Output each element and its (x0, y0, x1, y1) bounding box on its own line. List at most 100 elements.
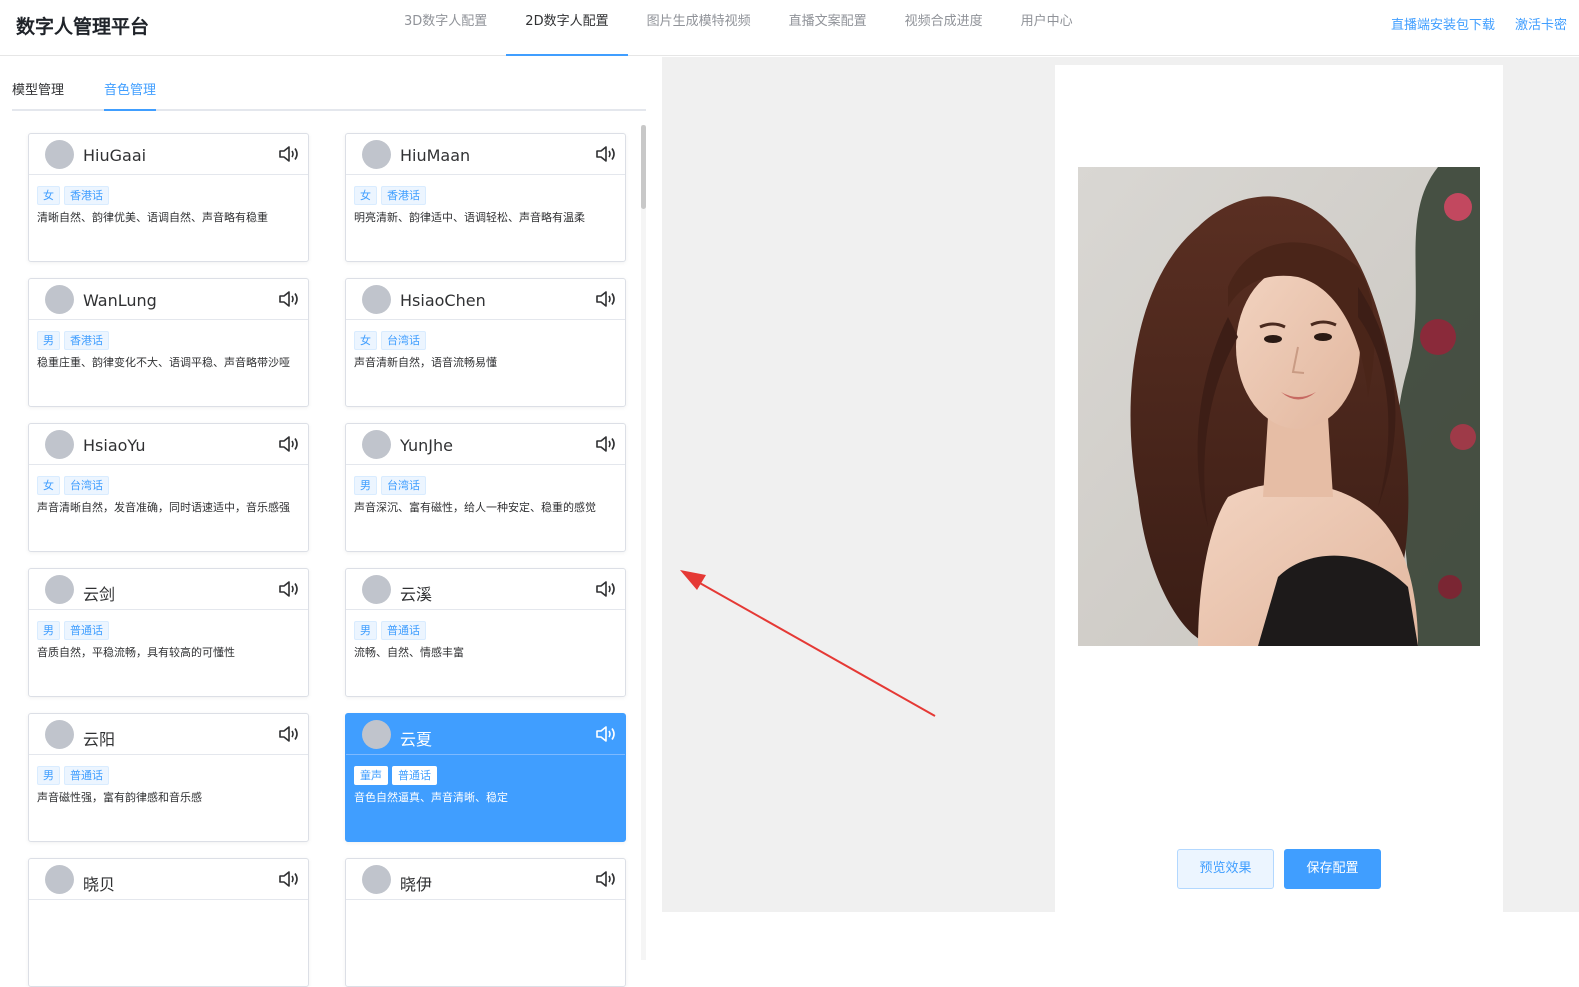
save-config-button[interactable]: 保存配置 (1284, 849, 1381, 889)
voice-description: 明亮清新、韵律适中、语调轻松、声音略有温柔 (354, 211, 585, 224)
speaker-icon[interactable] (595, 724, 617, 744)
voice-card[interactable]: YunJhe 男台湾话声音深沉、富有磁性，给人一种安定、稳重的感觉 (345, 423, 626, 552)
nav-2d-config[interactable]: 2D数字人配置 (506, 0, 628, 56)
avatar (45, 285, 74, 314)
voice-name: 晓贝 (83, 875, 116, 894)
voice-tag: 香港话 (64, 186, 109, 205)
voice-card[interactable]: HiuGaai 女香港话清晰自然、韵律优美、语调自然、声音略有稳重 (28, 133, 309, 262)
voice-tag: 台湾话 (381, 476, 426, 495)
header-links: 直播端安装包下载 激活卡密 (1391, 14, 1567, 33)
voice-description: 声音清晰自然，发音准确，同时语速适中，音乐感强 (37, 501, 290, 514)
voice-name: HsiaoYu (83, 436, 146, 455)
avatar (45, 720, 74, 749)
voice-tag: 香港话 (381, 186, 426, 205)
avatar (362, 720, 391, 749)
speaker-icon[interactable] (278, 434, 300, 454)
voice-name: 云溪 (400, 585, 433, 604)
voice-name: HsiaoChen (400, 291, 486, 310)
speaker-icon[interactable] (278, 579, 300, 599)
nav-user-center[interactable]: 用户中心 (1002, 0, 1092, 56)
voice-description: 音色自然逼真、声音清晰、稳定 (354, 791, 508, 804)
voice-description: 音质自然，平稳流畅，具有较高的可懂性 (37, 646, 235, 659)
digital-human-portrait (1078, 167, 1480, 646)
avatar (362, 865, 391, 894)
scrollbar[interactable] (641, 125, 646, 960)
voice-card[interactable]: WanLung 男香港话稳重庄重、韵律变化不大、语调平稳、声音略带沙哑 (28, 278, 309, 407)
avatar (362, 575, 391, 604)
speaker-icon[interactable] (595, 289, 617, 309)
speaker-icon[interactable] (595, 434, 617, 454)
speaker-icon[interactable] (278, 724, 300, 744)
voice-tags: 童声 普通话 (354, 766, 437, 785)
voice-card-header: WanLung (29, 279, 308, 320)
voice-name: WanLung (83, 291, 157, 310)
voice-description: 声音深沉、富有磁性，给人一种安定、稳重的感觉 (354, 501, 596, 514)
preview-button[interactable]: 预览效果 (1177, 849, 1274, 889)
voice-card[interactable]: HiuMaan 女香港话明亮清新、韵律适中、语调轻松、声音略有温柔 (345, 133, 626, 262)
voice-name: 云阳 (83, 730, 116, 749)
voice-description: 声音清新自然，语音流畅易懂 (354, 356, 497, 369)
voice-tag: 普通话 (64, 766, 109, 785)
voice-card[interactable]: 云剑男普通话音质自然，平稳流畅，具有较高的可懂性 (28, 568, 309, 697)
voice-description: 声音磁性强，富有韵律感和音乐感 (37, 791, 202, 804)
avatar (45, 430, 74, 459)
voice-tag: 女 (37, 476, 60, 495)
voice-tag: 男 (37, 621, 60, 640)
voice-name: HiuMaan (400, 146, 471, 165)
voice-tag: 女 (37, 186, 60, 205)
voice-tag: 台湾话 (64, 476, 109, 495)
brand-title: 数字人管理平台 (16, 16, 150, 38)
download-installer-link[interactable]: 直播端安装包下载 (1391, 14, 1495, 33)
voice-card[interactable]: 晓伊 (345, 858, 626, 987)
avatar (362, 430, 391, 459)
speaker-icon[interactable] (595, 144, 617, 164)
voice-tag: 台湾话 (381, 331, 426, 350)
voice-tag: 女 (354, 331, 377, 350)
voice-card-header: HiuMaan (346, 134, 625, 175)
tab-model-management[interactable]: 模型管理 (12, 75, 64, 111)
speaker-icon[interactable] (278, 869, 300, 889)
nav-image-to-video[interactable]: 图片生成模特视频 (628, 0, 770, 56)
voice-tag: 普通话 (64, 621, 109, 640)
voice-card-header: 云剑 (29, 569, 308, 610)
voice-name: YunJhe (400, 436, 453, 455)
voice-card[interactable]: HsiaoYu 女台湾话声音清晰自然，发音准确，同时语速适中，音乐感强 (28, 423, 309, 552)
voice-description: 稳重庄重、韵律变化不大、语调平稳、声音略带沙哑 (37, 356, 290, 369)
voice-card[interactable]: 云阳男普通话 声音磁性强，富有韵律感和音乐感 (28, 713, 309, 842)
voice-card[interactable]: 晓贝 (28, 858, 309, 987)
speaker-icon[interactable] (278, 144, 300, 164)
voice-tag: 男 (37, 331, 60, 350)
voice-tags: 女台湾话 (37, 476, 109, 495)
voice-card-header: 晓伊 (346, 859, 625, 900)
voice-name: 云夏 (400, 730, 433, 749)
preview-panel: 预览效果 保存配置 (662, 57, 1579, 912)
voice-tag: 童声 (354, 766, 388, 785)
scroll-thumb[interactable] (641, 125, 646, 209)
voice-tags: 女台湾话 (354, 331, 426, 350)
voice-name: HiuGaai (83, 146, 147, 165)
nav-video-progress[interactable]: 视频合成进度 (886, 0, 1002, 56)
voice-description: 清晰自然、韵律优美、语调自然、声音略有稳重 (37, 211, 268, 224)
tab-voice-management[interactable]: 音色管理 (104, 75, 157, 111)
main-nav: 3D数字人配置 2D数字人配置 图片生成模特视频 直播文案配置 视频合成进度 用… (385, 0, 1092, 56)
voice-tag: 男 (354, 476, 377, 495)
activate-card-link[interactable]: 激活卡密 (1515, 14, 1567, 33)
voice-name: 云剑 (83, 585, 116, 604)
nav-3d-config[interactable]: 3D数字人配置 (385, 0, 506, 56)
voice-card-header: 云溪 (346, 569, 625, 610)
voice-tags: 女香港话 (354, 186, 426, 205)
voice-tag: 女 (354, 186, 377, 205)
voice-card[interactable]: HsiaoChen 女台湾话声音清新自然，语音流畅易懂 (345, 278, 626, 407)
avatar (45, 575, 74, 604)
nav-live-script[interactable]: 直播文案配置 (770, 0, 886, 56)
voice-card[interactable]: 云夏童声 普通话音色自然逼真、声音清晰、稳定 (345, 713, 626, 842)
avatar (45, 140, 74, 169)
speaker-icon[interactable] (595, 579, 617, 599)
avatar (362, 140, 391, 169)
voice-card[interactable]: 云溪男普通话 流畅、自然、情感丰富 (345, 568, 626, 697)
voice-tag: 普通话 (381, 621, 426, 640)
voice-name: 晓伊 (400, 875, 433, 894)
voice-tags: 男香港话 (37, 331, 109, 350)
speaker-icon[interactable] (595, 869, 617, 889)
speaker-icon[interactable] (278, 289, 300, 309)
